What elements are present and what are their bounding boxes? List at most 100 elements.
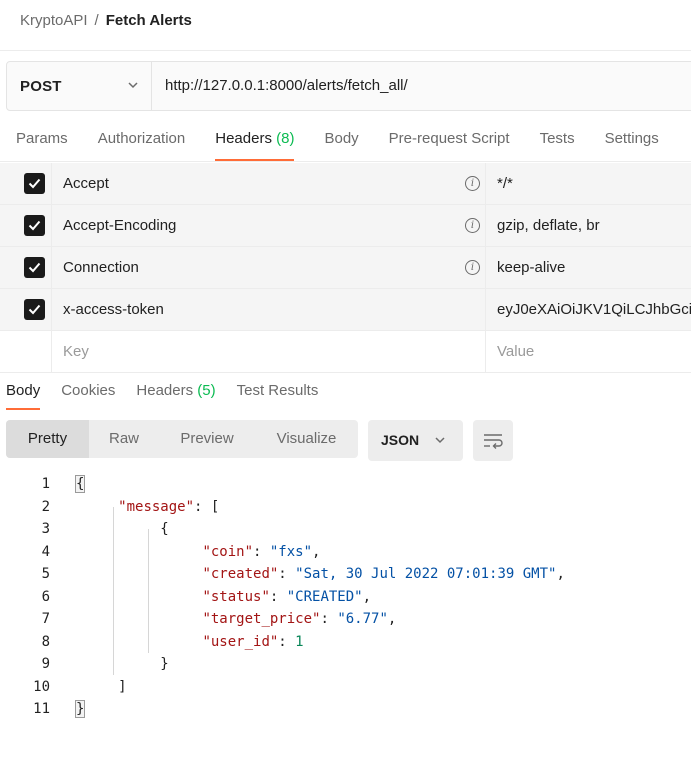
header-enabled-checkbox[interactable]	[24, 257, 45, 278]
value-cell: eyJ0eXAiOiJKV1QiLCJhbGciOiJIUzI1NiJ9	[485, 289, 691, 330]
divider	[0, 161, 691, 162]
value-cell: keep-alive	[485, 247, 691, 288]
json-string: "6.77"	[337, 611, 388, 627]
header-key[interactable]: x-access-token	[63, 301, 164, 318]
json-brace: {	[74, 475, 86, 493]
code-line: 1{	[0, 473, 691, 496]
tab-authorization[interactable]: Authorization	[98, 130, 186, 161]
request-title[interactable]: Fetch Alerts	[106, 12, 192, 29]
chevron-down-icon	[128, 82, 138, 89]
json-key: "message"	[118, 498, 195, 515]
info-icon[interactable]: i	[465, 176, 480, 191]
header-enabled-checkbox[interactable]	[24, 215, 45, 236]
code-line: 7 "target_price": "6.77",	[0, 608, 691, 631]
new-key-input[interactable]: Key	[63, 343, 89, 360]
tab-settings[interactable]: Settings	[605, 130, 659, 161]
request-tabs: Params Authorization Headers (8) Body Pr…	[16, 130, 689, 162]
tab-label: Authorization	[97, 130, 186, 147]
line-number: 5	[41, 566, 50, 582]
line-number: 7	[41, 611, 50, 627]
line-number: 2	[41, 498, 50, 515]
view-visualize-button[interactable]: Visualize	[255, 420, 358, 458]
tab-test-results[interactable]: Test Results	[237, 382, 319, 410]
tab-headers[interactable]: Headers (8)	[215, 130, 295, 161]
tab-label: Body	[324, 130, 359, 147]
url-input[interactable]: http://127.0.0.1:8000/alerts/fetch_all/	[165, 77, 408, 94]
line-number: 3	[41, 521, 50, 537]
wrap-lines-icon	[484, 433, 503, 449]
tab-label: Test Results	[236, 382, 319, 399]
value-cell: */*	[485, 163, 691, 204]
table-row-new: Key Value	[0, 331, 691, 373]
json-string: "fxs"	[269, 543, 313, 560]
response-headers-count-badge: (5)	[197, 382, 216, 399]
json-key: "target_price"	[202, 611, 321, 627]
divider	[0, 50, 691, 51]
checkbox-cell	[0, 247, 52, 288]
tab-response-headers[interactable]: Headers (5)	[136, 382, 215, 410]
view-pretty-button[interactable]: Pretty	[6, 420, 89, 458]
code-line: 5 "created": "Sat, 30 Jul 2022 07:01:39 …	[0, 563, 691, 586]
method-select[interactable]: POST	[7, 62, 152, 110]
tab-body[interactable]: Body	[324, 130, 358, 161]
info-icon[interactable]: i	[465, 218, 480, 233]
tab-tests[interactable]: Tests	[540, 130, 575, 161]
table-row: Connection i keep-alive	[0, 247, 691, 289]
header-key[interactable]: Connection	[63, 259, 139, 276]
code-line: 11}	[0, 698, 691, 721]
header-value[interactable]: eyJ0eXAiOiJKV1QiLCJhbGciOiJIUzI1NiJ9	[497, 301, 691, 318]
code-line: 8 "user_id": 1	[0, 631, 691, 654]
table-row: x-access-token eyJ0eXAiOiJKV1QiLCJhbGciO…	[0, 289, 691, 331]
code-line: 9 }	[0, 653, 691, 676]
code-line: 3 {	[0, 518, 691, 541]
tab-label: Body	[6, 382, 41, 399]
json-number: 1	[295, 633, 304, 650]
checkbox-cell	[0, 163, 52, 204]
checkmark-icon	[28, 262, 41, 273]
line-number: 6	[41, 588, 50, 605]
header-enabled-checkbox[interactable]	[24, 299, 45, 320]
response-tabs: Body Cookies Headers (5) Test Results	[6, 382, 339, 411]
code-line: 6 "status": "CREATED",	[0, 586, 691, 609]
header-value[interactable]: keep-alive	[497, 259, 565, 276]
line-number: 8	[41, 633, 50, 650]
tab-cookies[interactable]: Cookies	[61, 382, 115, 410]
url-bar: POST http://127.0.0.1:8000/alerts/fetch_…	[6, 61, 691, 111]
value-cell: Value	[485, 331, 691, 372]
breadcrumb-collection[interactable]: KryptoAPI	[20, 12, 88, 29]
view-preview-button[interactable]: Preview	[159, 420, 255, 458]
header-enabled-checkbox[interactable]	[24, 173, 45, 194]
checkbox-cell	[0, 289, 52, 330]
tab-response-body[interactable]: Body	[6, 382, 41, 410]
line-number: 10	[33, 678, 50, 695]
format-select[interactable]: JSON	[368, 420, 463, 461]
tab-label: Params	[16, 130, 68, 147]
json-key: "coin"	[202, 543, 254, 560]
view-raw-button[interactable]: Raw	[89, 420, 159, 458]
tab-label: Tests	[539, 130, 575, 147]
tab-pre-request-script[interactable]: Pre-request Script	[389, 130, 510, 161]
checkbox-cell	[0, 205, 52, 246]
wrap-lines-button[interactable]	[473, 420, 513, 461]
response-body-editor[interactable]: 1{ 2 "message": [ 3 { 4 "coin": "fxs", 5…	[0, 473, 691, 721]
header-value[interactable]: gzip, deflate, br	[497, 217, 600, 234]
new-value-input[interactable]: Value	[497, 343, 534, 360]
tab-label: Pre-request Script	[388, 130, 510, 147]
checkbox-cell	[0, 331, 52, 372]
info-icon[interactable]: i	[465, 260, 480, 275]
line-number: 4	[41, 543, 50, 560]
table-row: Accept-Encoding i gzip, deflate, br	[0, 205, 691, 247]
value-cell: gzip, deflate, br	[485, 205, 691, 246]
header-value[interactable]: */*	[497, 175, 513, 192]
json-string: "Sat, 30 Jul 2022 07:01:39 GMT"	[295, 566, 557, 582]
tab-label: Headers	[136, 382, 194, 399]
header-key[interactable]: Accept-Encoding	[63, 217, 176, 234]
format-label: JSON	[381, 432, 420, 448]
table-row: Accept i */*	[0, 163, 691, 205]
header-key[interactable]: Accept	[63, 175, 109, 192]
json-key: "created"	[202, 566, 279, 582]
tab-label: Settings	[604, 130, 659, 147]
tab-params[interactable]: Params	[16, 130, 68, 161]
checkmark-icon	[28, 220, 41, 231]
headers-count-badge: (8)	[276, 130, 295, 147]
